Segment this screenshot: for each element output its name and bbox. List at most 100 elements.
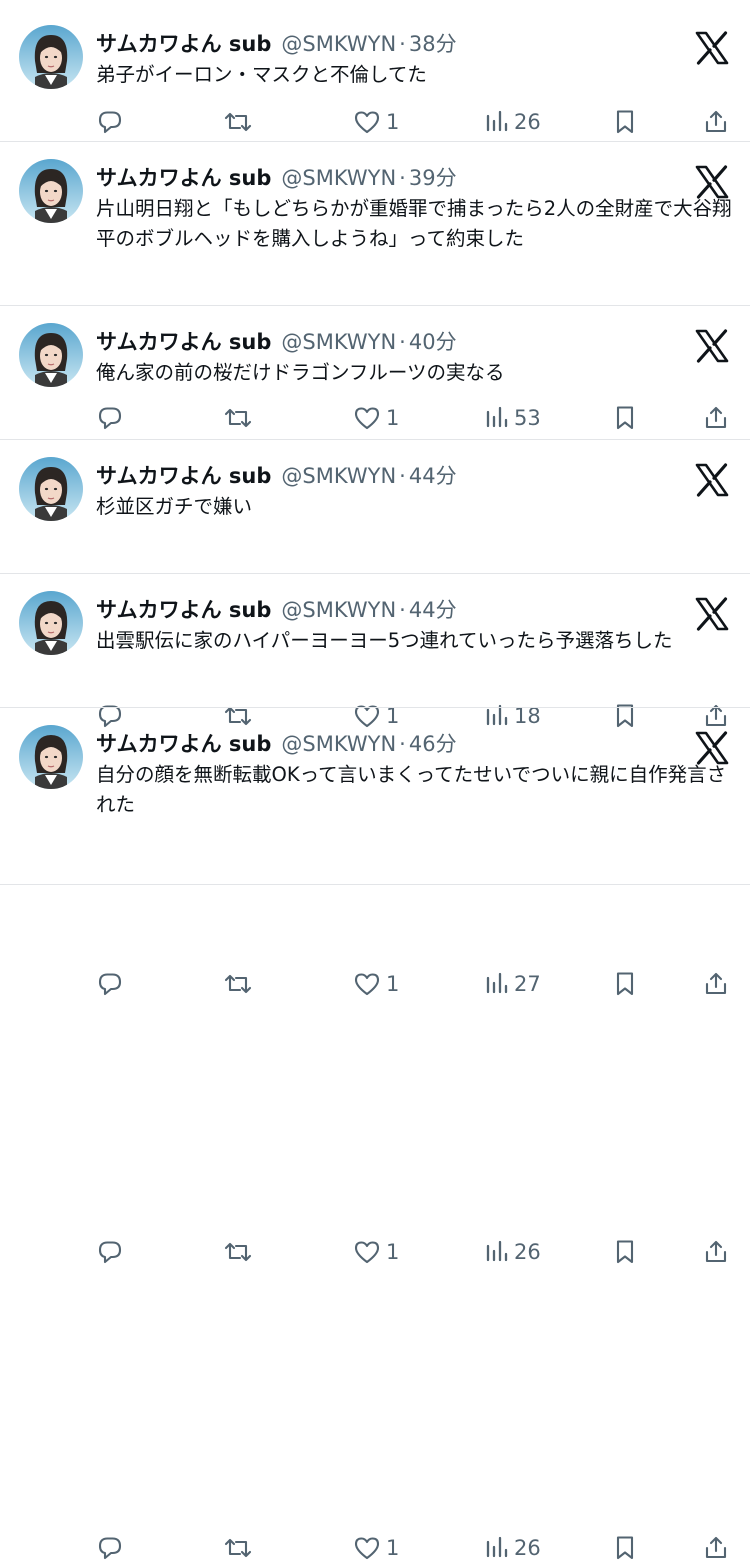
tweet-item[interactable]: サムカワよん sub @SMKWYN · 44分 出雲駅伝に家のハイパーヨーヨー5つ連…	[0, 574, 750, 1264]
separator-dot: ·	[399, 166, 406, 190]
share-button[interactable]	[702, 966, 730, 1002]
reply-icon	[96, 1534, 124, 1562]
views-button[interactable]: 26	[484, 1530, 541, 1566]
author-handle[interactable]: @SMKWYN	[281, 330, 396, 354]
like-button[interactable]: 1	[352, 104, 399, 140]
views-button[interactable]: 26	[484, 1234, 541, 1270]
bookmark-button[interactable]	[612, 104, 638, 140]
tweet-actions: 1 27	[0, 966, 750, 1002]
timestamp[interactable]: 44分	[409, 598, 457, 622]
share-icon	[702, 1238, 730, 1266]
author-handle[interactable]: @SMKWYN	[281, 32, 396, 56]
like-button[interactable]: 1	[352, 966, 399, 1002]
views-icon	[484, 1534, 510, 1562]
bookmark-icon	[612, 1238, 638, 1266]
bookmark-icon	[612, 970, 638, 998]
separator-dot: ·	[399, 330, 406, 354]
views-button[interactable]: 26	[484, 104, 541, 140]
author-name[interactable]: サムカワよん sub	[96, 330, 271, 354]
tweet-item[interactable]: サムカワよん sub @SMKWYN · 38分 弟子がイーロン・マスクと不倫してた …	[0, 8, 750, 142]
avatar[interactable]	[19, 725, 83, 789]
author-handle[interactable]: @SMKWYN	[281, 732, 396, 756]
tweet-header: サムカワよん sub @SMKWYN · 39分	[96, 162, 457, 194]
avatar[interactable]	[19, 591, 83, 655]
author-name[interactable]: サムカワよん sub	[96, 32, 271, 56]
tweet-item[interactable]: サムカワよん sub @SMKWYN · 46分 自分の顔を無断転載OKって言いまくっ…	[0, 708, 750, 1560]
tweet-text: 片山明日翔と「もしどちらかが重婚罪で捕まったら2人の全財産で大谷翔平のボブルヘッ…	[96, 197, 732, 250]
tweet-text: 弟子がイーロン・マスクと不倫してた	[96, 63, 427, 86]
author-name[interactable]: サムカワよん sub	[96, 464, 271, 488]
like-count: 1	[386, 110, 400, 134]
retweet-button[interactable]	[222, 966, 254, 1002]
timestamp[interactable]: 46分	[409, 732, 457, 756]
avatar[interactable]	[19, 323, 83, 387]
author-handle[interactable]: @SMKWYN	[281, 464, 396, 488]
author-handle[interactable]: @SMKWYN	[281, 166, 396, 190]
timestamp[interactable]: 38分	[409, 32, 457, 56]
reply-icon	[96, 970, 124, 998]
heart-icon	[352, 1238, 382, 1266]
share-button[interactable]	[702, 1234, 730, 1270]
tweet-text: 俺ん家の前の桜だけドラゴンフルーツの実なる	[96, 361, 505, 384]
tweet-header: サムカワよん sub @SMKWYN · 40分	[96, 326, 457, 358]
separator-dot: ·	[399, 464, 406, 488]
like-count: 1	[386, 1536, 400, 1560]
retweet-icon	[222, 108, 254, 136]
retweet-icon	[222, 1534, 254, 1562]
tweet-header: サムカワよん sub @SMKWYN · 44分	[96, 594, 457, 626]
share-icon	[702, 1534, 730, 1562]
author-name[interactable]: サムカワよん sub	[96, 166, 271, 190]
tweet-text: 自分の顔を無断転載OKって言いまくってたせいでついに親に自作発言された	[96, 763, 727, 816]
tweet-feed: サムカワよん sub @SMKWYN · 38分 弟子がイーロン・マスクと不倫してた …	[0, 0, 750, 1560]
tweet-item[interactable]: サムカワよん sub @SMKWYN · 44分 杉並区ガチで嫌い 1 27	[0, 440, 750, 996]
like-button[interactable]: 1	[352, 1530, 399, 1566]
view-count: 26	[514, 110, 541, 134]
views-button[interactable]: 27	[484, 966, 541, 1002]
tweet-actions: 1 26	[0, 1234, 750, 1270]
separator-dot: ·	[399, 32, 406, 56]
bookmark-button[interactable]	[612, 1234, 638, 1270]
tweet-item[interactable]: サムカワよん sub @SMKWYN · 40分 俺ん家の前の桜だけドラゴンフルーツの…	[0, 306, 750, 728]
reply-icon	[96, 1238, 124, 1266]
reply-button[interactable]	[96, 104, 124, 140]
share-button[interactable]	[702, 104, 730, 140]
tweet-item[interactable]: サムカワよん sub @SMKWYN · 39分 片山明日翔と「もしどちらかが重婚罪で…	[0, 142, 750, 430]
author-name[interactable]: サムカワよん sub	[96, 732, 271, 756]
tweet-text: 杉並区ガチで嫌い	[96, 495, 253, 518]
tweet-text: 出雲駅伝に家のハイパーヨーヨー5つ連れていったら予選落ちした	[96, 629, 673, 652]
timestamp[interactable]: 39分	[409, 166, 457, 190]
bookmark-button[interactable]	[612, 966, 638, 1002]
separator-dot: ·	[399, 732, 406, 756]
share-icon	[702, 970, 730, 998]
retweet-button[interactable]	[222, 1530, 254, 1566]
timestamp[interactable]: 44分	[409, 464, 457, 488]
avatar[interactable]	[19, 25, 83, 89]
share-button[interactable]	[702, 1530, 730, 1566]
retweet-icon	[222, 970, 254, 998]
bookmark-button[interactable]	[612, 1530, 638, 1566]
timestamp[interactable]: 40分	[409, 330, 457, 354]
reply-button[interactable]	[96, 966, 124, 1002]
like-count: 1	[386, 1240, 400, 1264]
views-icon	[484, 1238, 510, 1266]
share-icon	[702, 108, 730, 136]
view-count: 26	[514, 1240, 541, 1264]
author-handle[interactable]: @SMKWYN	[281, 598, 396, 622]
heart-icon	[352, 108, 382, 136]
avatar[interactable]	[19, 159, 83, 223]
reply-button[interactable]	[96, 1234, 124, 1270]
views-icon	[484, 108, 510, 136]
reply-icon	[96, 108, 124, 136]
like-button[interactable]: 1	[352, 1234, 399, 1270]
bookmark-icon	[612, 108, 638, 136]
reply-button[interactable]	[96, 1530, 124, 1566]
bookmark-icon	[612, 1534, 638, 1562]
retweet-icon	[222, 1238, 254, 1266]
tweet-header: サムカワよん sub @SMKWYN · 38分	[96, 28, 457, 60]
retweet-button[interactable]	[222, 1234, 254, 1270]
retweet-button[interactable]	[222, 104, 254, 140]
author-name[interactable]: サムカワよん sub	[96, 598, 271, 622]
avatar[interactable]	[19, 457, 83, 521]
tweet-actions: 1 26	[0, 1530, 750, 1566]
views-icon	[484, 970, 510, 998]
